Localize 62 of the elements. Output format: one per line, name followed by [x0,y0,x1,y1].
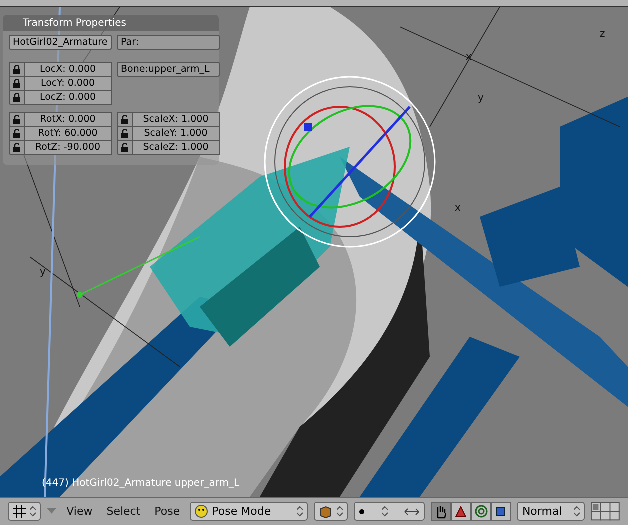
number-field[interactable]: LocX: 0.000 [25,62,112,77]
snap-dropdown[interactable] [354,502,426,521]
open-padlock-icon [121,115,129,124]
manipulator-toggle[interactable] [471,502,492,521]
open-padlock-icon [13,143,21,152]
dot-icon [358,508,365,514]
lock-toggle[interactable] [117,140,133,155]
number-field[interactable]: ScaleX: 1.000 [133,112,220,127]
layer-buttons-icon[interactable] [591,502,620,521]
updown-arrows-icon [336,506,343,517]
lock-toggle[interactable] [117,126,133,141]
open-padlock-icon [13,115,21,124]
number-field[interactable]: RotZ: -90.000 [25,140,112,155]
locked-padlock-icon [13,79,21,88]
lock-toggle[interactable] [9,62,25,77]
lock-toggle[interactable] [9,112,25,127]
editor-type-dropdown[interactable] [8,502,41,521]
panel-title: Transform Properties [3,15,219,31]
axis-label: y [478,93,484,104]
lock-toggle[interactable] [117,112,133,127]
open-padlock-icon [121,143,129,152]
open-padlock-icon [121,129,129,138]
number-field[interactable]: LocZ: 0.000 [25,90,112,105]
pivot-dropdown[interactable] [314,502,348,521]
lock-toggle[interactable] [9,126,25,141]
number-field[interactable]: LocY: 0.000 [25,76,112,91]
orientation-dropdown[interactable]: Normal [517,502,586,521]
number-field[interactable]: RotY: 60.000 [25,126,112,141]
axis-label: y [40,267,46,278]
menu-item[interactable]: View [62,505,97,518]
cube-icon [318,504,333,518]
updown-arrows-icon [296,506,303,517]
mode-dropdown[interactable]: Pose Mode [190,502,308,521]
parent-field[interactable]: Par: [117,35,220,50]
manipulator-toggle[interactable] [431,502,452,521]
menu-item[interactable]: Pose [150,505,184,518]
lock-toggle[interactable] [9,90,25,105]
ring-icon [474,505,488,518]
locked-padlock-icon [13,93,21,102]
manipulator-toggle[interactable] [491,502,512,521]
arrows-icon [404,508,420,516]
updown-arrows-icon [574,506,580,517]
locked-padlock-icon [13,65,21,74]
manipulator-toggle[interactable] [451,502,472,521]
axis-label: z [600,29,606,40]
object-name-field[interactable]: HotGirl02_Armature [9,35,112,50]
axis-label: x [455,203,461,214]
square-icon [496,506,506,516]
triangle-icon [455,506,468,518]
lock-toggle[interactable] [9,76,25,91]
number-field[interactable]: ScaleZ: 1.000 [133,140,220,155]
number-field[interactable]: RotX: 0.000 [25,112,112,127]
lock-toggle[interactable] [9,140,25,155]
grid-icon [13,505,26,518]
bone-name-field[interactable]: Bone:upper_arm_L [117,62,220,77]
updown-arrows-icon [30,506,36,517]
number-field[interactable]: ScaleY: 1.000 [133,126,220,141]
smiley-icon [195,505,208,518]
updown-arrows-icon [382,506,388,517]
open-padlock-icon [13,129,21,138]
menu-item[interactable]: Select [102,505,145,518]
viewport-status-text: (447) HotGirl02_Armature upper_arm_L [42,478,240,489]
